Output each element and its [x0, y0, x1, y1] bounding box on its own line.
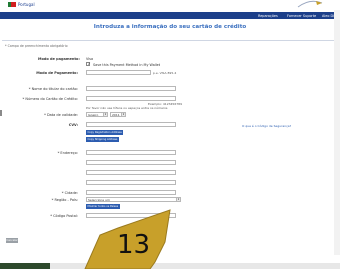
step-number: 13: [117, 230, 151, 260]
step-arrow-icon: [84, 209, 171, 269]
